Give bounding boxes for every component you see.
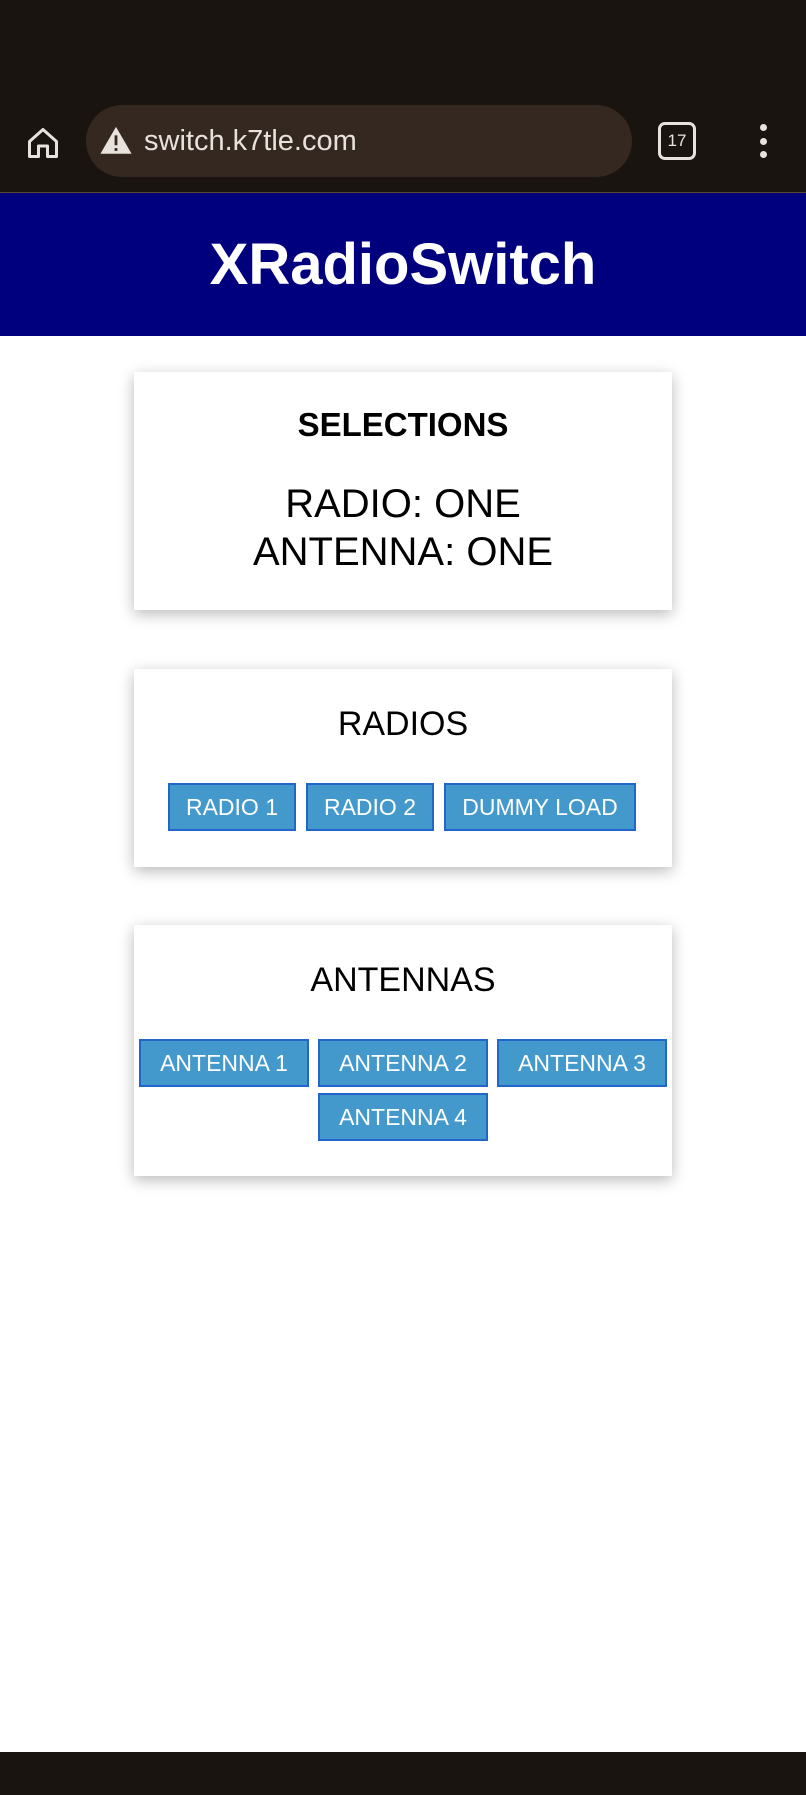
antenna-4-button[interactable]: ANTENNA 4: [318, 1093, 488, 1141]
more-options-icon[interactable]: [748, 118, 778, 164]
dummy-load-button[interactable]: DUMMY LOAD: [444, 783, 636, 831]
url-text: switch.k7tle.com: [144, 124, 357, 157]
radios-card: RADIOS RADIO 1 RADIO 2 DUMMY LOAD: [134, 669, 672, 867]
tab-switcher-button[interactable]: 17: [658, 122, 696, 160]
status-bar: [0, 0, 806, 100]
antenna-3-button[interactable]: ANTENNA 3: [497, 1039, 667, 1087]
warning-icon[interactable]: [98, 123, 134, 159]
radio-2-button[interactable]: RADIO 2: [306, 783, 434, 831]
selected-antenna: ANTENNA: ONE: [252, 530, 554, 574]
address-bar[interactable]: switch.k7tle.com: [86, 105, 632, 177]
antennas-title: ANTENNAS: [310, 961, 496, 999]
antenna-2-button[interactable]: ANTENNA 2: [318, 1039, 488, 1087]
selections-title: SELECTIONS: [297, 406, 509, 443]
radio-1-button[interactable]: RADIO 1: [168, 783, 296, 831]
antenna-1-button[interactable]: ANTENNA 1: [139, 1039, 309, 1087]
antennas-card: ANTENNAS ANTENNA 1 ANTENNA 2 ANTENNA 3 A…: [134, 925, 672, 1176]
navigation-bar: [0, 1752, 806, 1795]
selected-radio: RADIO: ONE: [285, 482, 521, 526]
browser-toolbar: switch.k7tle.com 17: [0, 100, 806, 193]
page-title: XRadioSwitch: [209, 232, 597, 297]
radios-title: RADIOS: [337, 705, 469, 743]
selections-card: SELECTIONS RADIO: ONE ANTENNA: ONE: [134, 372, 672, 610]
site-header: XRadioSwitch: [0, 193, 806, 336]
home-icon[interactable]: [22, 122, 64, 164]
